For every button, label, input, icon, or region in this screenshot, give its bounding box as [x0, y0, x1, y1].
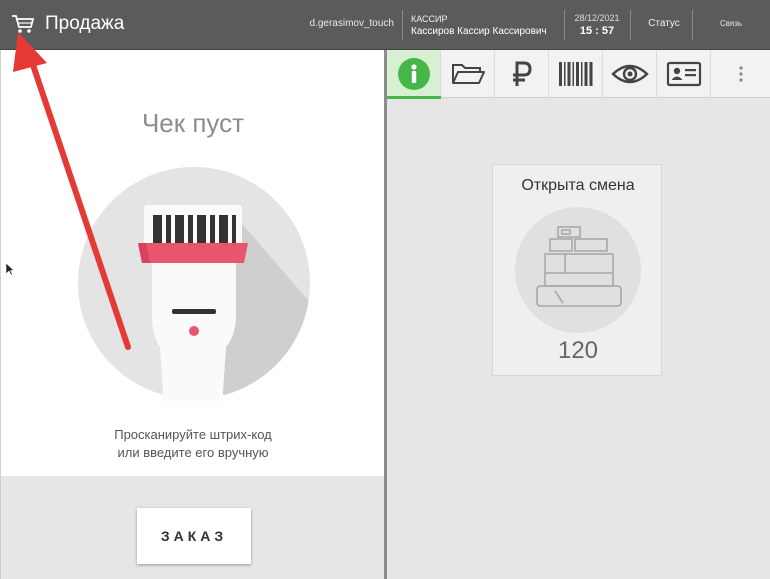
scan-hint-line: или введите его вручную	[117, 445, 269, 460]
current-time: 15 : 57	[579, 25, 615, 37]
top-bar: Продажа d.gerasimov_touch КАССИР Кассиро…	[0, 0, 770, 50]
order-button[interactable]: ЗАКАЗ	[137, 508, 251, 564]
tab-customer[interactable]	[657, 50, 711, 98]
scan-hint-line: Просканируйте штрих-код	[114, 427, 272, 442]
tab-open[interactable]	[441, 50, 495, 98]
user-login: d.gerasimov_touch	[309, 18, 395, 29]
tab-info[interactable]	[387, 50, 441, 99]
empty-receipt-title: Чек пуст	[141, 108, 245, 138]
connection-button[interactable]: Связь	[702, 19, 760, 28]
barcode-icon	[558, 62, 592, 86]
more-vertical-icon	[738, 66, 743, 82]
page-title: Продажа	[45, 13, 125, 34]
current-date: 28/12/2021	[574, 13, 620, 23]
tab-barcode[interactable]	[549, 50, 603, 98]
cash-register-icon	[515, 207, 641, 333]
shift-card[interactable]: Открыта смена 120	[492, 164, 662, 376]
header-divider	[630, 10, 631, 40]
tab-payment[interactable]	[495, 50, 549, 98]
receipt-panel: Чек пуст Просканируйте штрих-код или вве…	[0, 50, 385, 579]
folder-open-icon	[451, 64, 485, 84]
cashier-name: Кассиров Кассир Кассирович	[411, 26, 547, 37]
status-button[interactable]: Статус	[636, 18, 692, 29]
header-divider	[692, 10, 693, 40]
ruble-icon	[512, 61, 532, 86]
shopping-cart-icon[interactable]	[10, 12, 36, 36]
user-role: КАССИР	[411, 14, 448, 24]
info-panel: Открыта смена 120	[387, 50, 770, 579]
function-tabs	[387, 50, 770, 99]
mouse-cursor-icon	[5, 262, 15, 276]
tab-more[interactable]	[711, 50, 770, 98]
barcode-scanner-illustration	[78, 167, 310, 401]
shift-number: 120	[557, 337, 599, 364]
tab-view[interactable]	[603, 50, 657, 98]
eye-icon	[610, 64, 649, 84]
header-divider	[402, 10, 403, 40]
scan-hint: Просканируйте штрих-код или введите его …	[1, 426, 385, 462]
shift-card-title: Открыта смена	[521, 177, 635, 194]
receipt-footer: ЗАКАЗ	[1, 476, 385, 579]
info-icon	[397, 58, 430, 90]
header-divider	[564, 10, 565, 40]
id-card-icon	[666, 61, 701, 87]
